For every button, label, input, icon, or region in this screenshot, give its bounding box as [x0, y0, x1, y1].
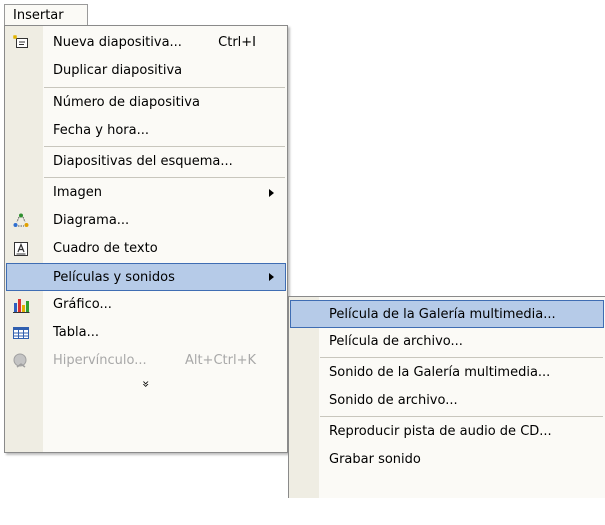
chart-icon — [13, 299, 30, 313]
menu-item-new-slide[interactable]: Nueva diapositiva... Ctrl+I — [6, 29, 286, 57]
submenu-item-cd-audio[interactable]: Reproducir pista de audio de CD... — [290, 418, 604, 446]
separator — [44, 87, 285, 88]
expand-menu-chevron-icon[interactable]: » — [139, 243, 153, 525]
submenu-arrow-icon — [269, 189, 274, 197]
menu-item-diagram[interactable]: Diagrama... — [6, 207, 286, 235]
submenu-item-record-sound[interactable]: Grabar sonido — [290, 446, 604, 474]
submenu-item-gallery-sound[interactable]: Sonido de la Galería multimedia... — [290, 359, 604, 387]
menu-item-duplicate-slide[interactable]: Duplicar diapositiva — [6, 57, 286, 85]
menu-item-slide-number[interactable]: Número de diapositiva — [6, 89, 286, 117]
menu-item-date-time[interactable]: Fecha y hora... — [6, 117, 286, 145]
separator — [320, 357, 603, 358]
new-slide-icon — [13, 35, 28, 48]
insertar-dropdown: Nueva diapositiva... Ctrl+I Duplicar dia… — [4, 25, 288, 453]
diagram-icon — [13, 213, 29, 227]
separator — [44, 177, 285, 178]
hyperlink-icon — [13, 353, 27, 368]
submenu-item-file-movie[interactable]: Película de archivo... — [290, 328, 604, 356]
movies-sounds-submenu: Película de la Galería multimedia... Pel… — [288, 296, 605, 498]
menu-insertar[interactable]: Insertar — [4, 4, 88, 26]
submenu-item-gallery-movie[interactable]: Película de la Galería multimedia... — [290, 300, 604, 328]
menu-item-image[interactable]: Imagen — [6, 179, 286, 207]
text-box-icon — [14, 242, 28, 256]
menu-insertar-label: Insertar — [13, 8, 64, 23]
submenu-item-file-sound[interactable]: Sonido de archivo... — [290, 387, 604, 415]
submenu-arrow-icon — [269, 273, 274, 281]
separator — [320, 416, 603, 417]
table-icon — [13, 327, 29, 339]
menu-item-outline-slides[interactable]: Diapositivas del esquema... — [6, 148, 286, 176]
separator — [44, 146, 285, 147]
